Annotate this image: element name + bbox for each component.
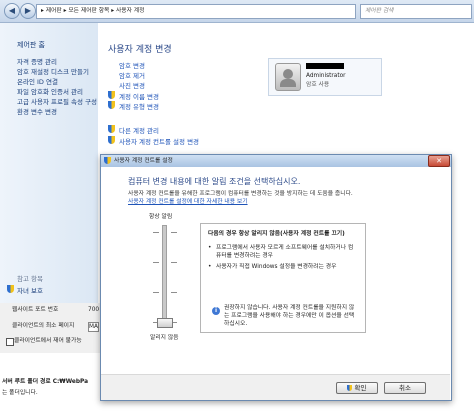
bullet-icon: • bbox=[208, 245, 212, 251]
sidebar-item-online-id[interactable]: 온라인 ID 연결 bbox=[17, 76, 58, 86]
bullet-2: 사용자가 직접 Windows 설정을 변경하려는 경우 bbox=[216, 264, 337, 270]
slider-tick bbox=[153, 232, 159, 233]
folder-text: 는 폴더입니다. bbox=[2, 390, 38, 396]
user-name: Administrator bbox=[306, 73, 346, 79]
change-picture-link[interactable]: 사진 변경 bbox=[119, 80, 145, 90]
more-info-link[interactable]: 사용자 계정 컨트롤 설정에 대한 자세한 내용 보기 bbox=[128, 198, 248, 206]
min-page-label: 클라이언트의 최소 페이지 bbox=[12, 323, 75, 329]
uac-shield-icon bbox=[108, 101, 115, 109]
client-checkbox[interactable] bbox=[6, 338, 14, 346]
bullet-icon: • bbox=[208, 264, 212, 270]
slider-tick bbox=[171, 262, 177, 263]
bullet-1: 프로그램에서 사용자 모르게 소프트웨어를 설치하거나 컴퓨터를 변경하려는 경… bbox=[216, 245, 354, 259]
change-password-link[interactable]: 암호 변경 bbox=[119, 60, 145, 70]
port-label: 웹사이트 포트 번호 bbox=[12, 307, 59, 313]
slider-thumb[interactable] bbox=[157, 318, 173, 328]
sidebar-item-encryption[interactable]: 파일 암호화 인증서 관리 bbox=[17, 86, 83, 96]
uac-settings-link[interactable]: 사용자 계정 컨트롤 설정 변경 bbox=[119, 136, 199, 146]
slider-top-label: 항상 알림 bbox=[149, 214, 173, 220]
sidebar-item-reset-disk[interactable]: 암호 재설정 디스크 만들기 bbox=[17, 66, 89, 76]
option-title: 다음의 경우 항상 알리지 않음(사용자 계정 컨트롤 끄기) bbox=[208, 231, 345, 237]
uac-shield-icon bbox=[104, 157, 111, 164]
ok-button[interactable]: 확인 bbox=[336, 382, 378, 394]
slider-tick bbox=[153, 262, 159, 263]
user-role: 암호 사용 bbox=[306, 82, 330, 88]
remove-password-link[interactable]: 암호 제거 bbox=[119, 70, 145, 80]
uac-shield-icon bbox=[108, 125, 115, 133]
redacted-name bbox=[306, 63, 344, 69]
manage-other-account-link[interactable]: 다른 계정 관리 bbox=[119, 125, 159, 135]
forward-arrow-icon[interactable]: ▶ bbox=[20, 3, 36, 19]
uac-shield-icon bbox=[108, 136, 115, 144]
back-arrow-icon[interactable]: ◀ bbox=[4, 3, 20, 19]
dialog-description: 사용자 계정 컨트롤을 유해한 프로그램이 컴퓨터를 변경하는 것을 방지하는 … bbox=[128, 191, 353, 197]
slider-tick bbox=[171, 232, 177, 233]
avatar bbox=[275, 63, 301, 91]
notification-slider[interactable] bbox=[162, 225, 167, 327]
sidebar-item-credentials[interactable]: 자격 증명 관리 bbox=[17, 56, 57, 66]
close-icon[interactable]: ✕ bbox=[428, 155, 450, 167]
uac-shield-icon bbox=[347, 385, 353, 391]
info-icon: i bbox=[212, 307, 220, 315]
ok-button-label: 확인 bbox=[354, 384, 367, 392]
slider-bottom-label: 알리지 않음 bbox=[150, 335, 179, 341]
page-title: 사용자 계정 변경 bbox=[108, 45, 172, 55]
see-also-title: 참고 항목 bbox=[17, 275, 43, 283]
cancel-button[interactable]: 취소 bbox=[384, 382, 426, 394]
change-account-type-link[interactable]: 계정 유형 변경 bbox=[119, 101, 159, 111]
slider-tick bbox=[171, 292, 177, 293]
uac-shield-icon bbox=[108, 91, 115, 99]
search-input[interactable]: 제어판 검색 bbox=[360, 4, 472, 19]
client-checkbox-label: 클라이언트에서 재어 불가능 bbox=[14, 338, 82, 344]
breadcrumb[interactable]: ▸ 제어판 ▸ 모든 제어판 항목 ▸ 사용자 계정 bbox=[36, 4, 356, 19]
sidebar-home[interactable]: 제어판 홈 bbox=[17, 40, 45, 50]
sidebar-item-profile[interactable]: 고급 사용자 프로필 속성 구성 bbox=[17, 96, 97, 106]
min-page-value[interactable]: MA bbox=[88, 322, 99, 332]
search-placeholder: 제어판 검색 bbox=[365, 8, 394, 14]
server-path-text: 서버 루트 폴더 경로 C:₩WebPa bbox=[2, 379, 88, 385]
change-account-name-link[interactable]: 계정 이름 변경 bbox=[119, 91, 159, 101]
breadcrumb-text: ▸ 제어판 ▸ 모든 제어판 항목 ▸ 사용자 계정 bbox=[41, 8, 145, 14]
dialog-title: 사용자 계정 컨트롤 설정 bbox=[114, 158, 173, 164]
port-value: 700 bbox=[88, 307, 100, 313]
see-also-parental-controls[interactable]: 자녀 보호 bbox=[17, 285, 43, 295]
dialog-heading: 컴퓨터 변경 내용에 대한 알림 조건을 선택하십시오. bbox=[128, 177, 301, 186]
sidebar-item-env-vars[interactable]: 환경 변수 변경 bbox=[17, 106, 57, 116]
slider-tick bbox=[153, 292, 159, 293]
warning-text: 권장하지 않습니다. 사용자 계정 컨트롤을 지원하지 않는 프로그램을 사용해… bbox=[224, 305, 355, 327]
uac-shield-icon bbox=[7, 285, 14, 293]
